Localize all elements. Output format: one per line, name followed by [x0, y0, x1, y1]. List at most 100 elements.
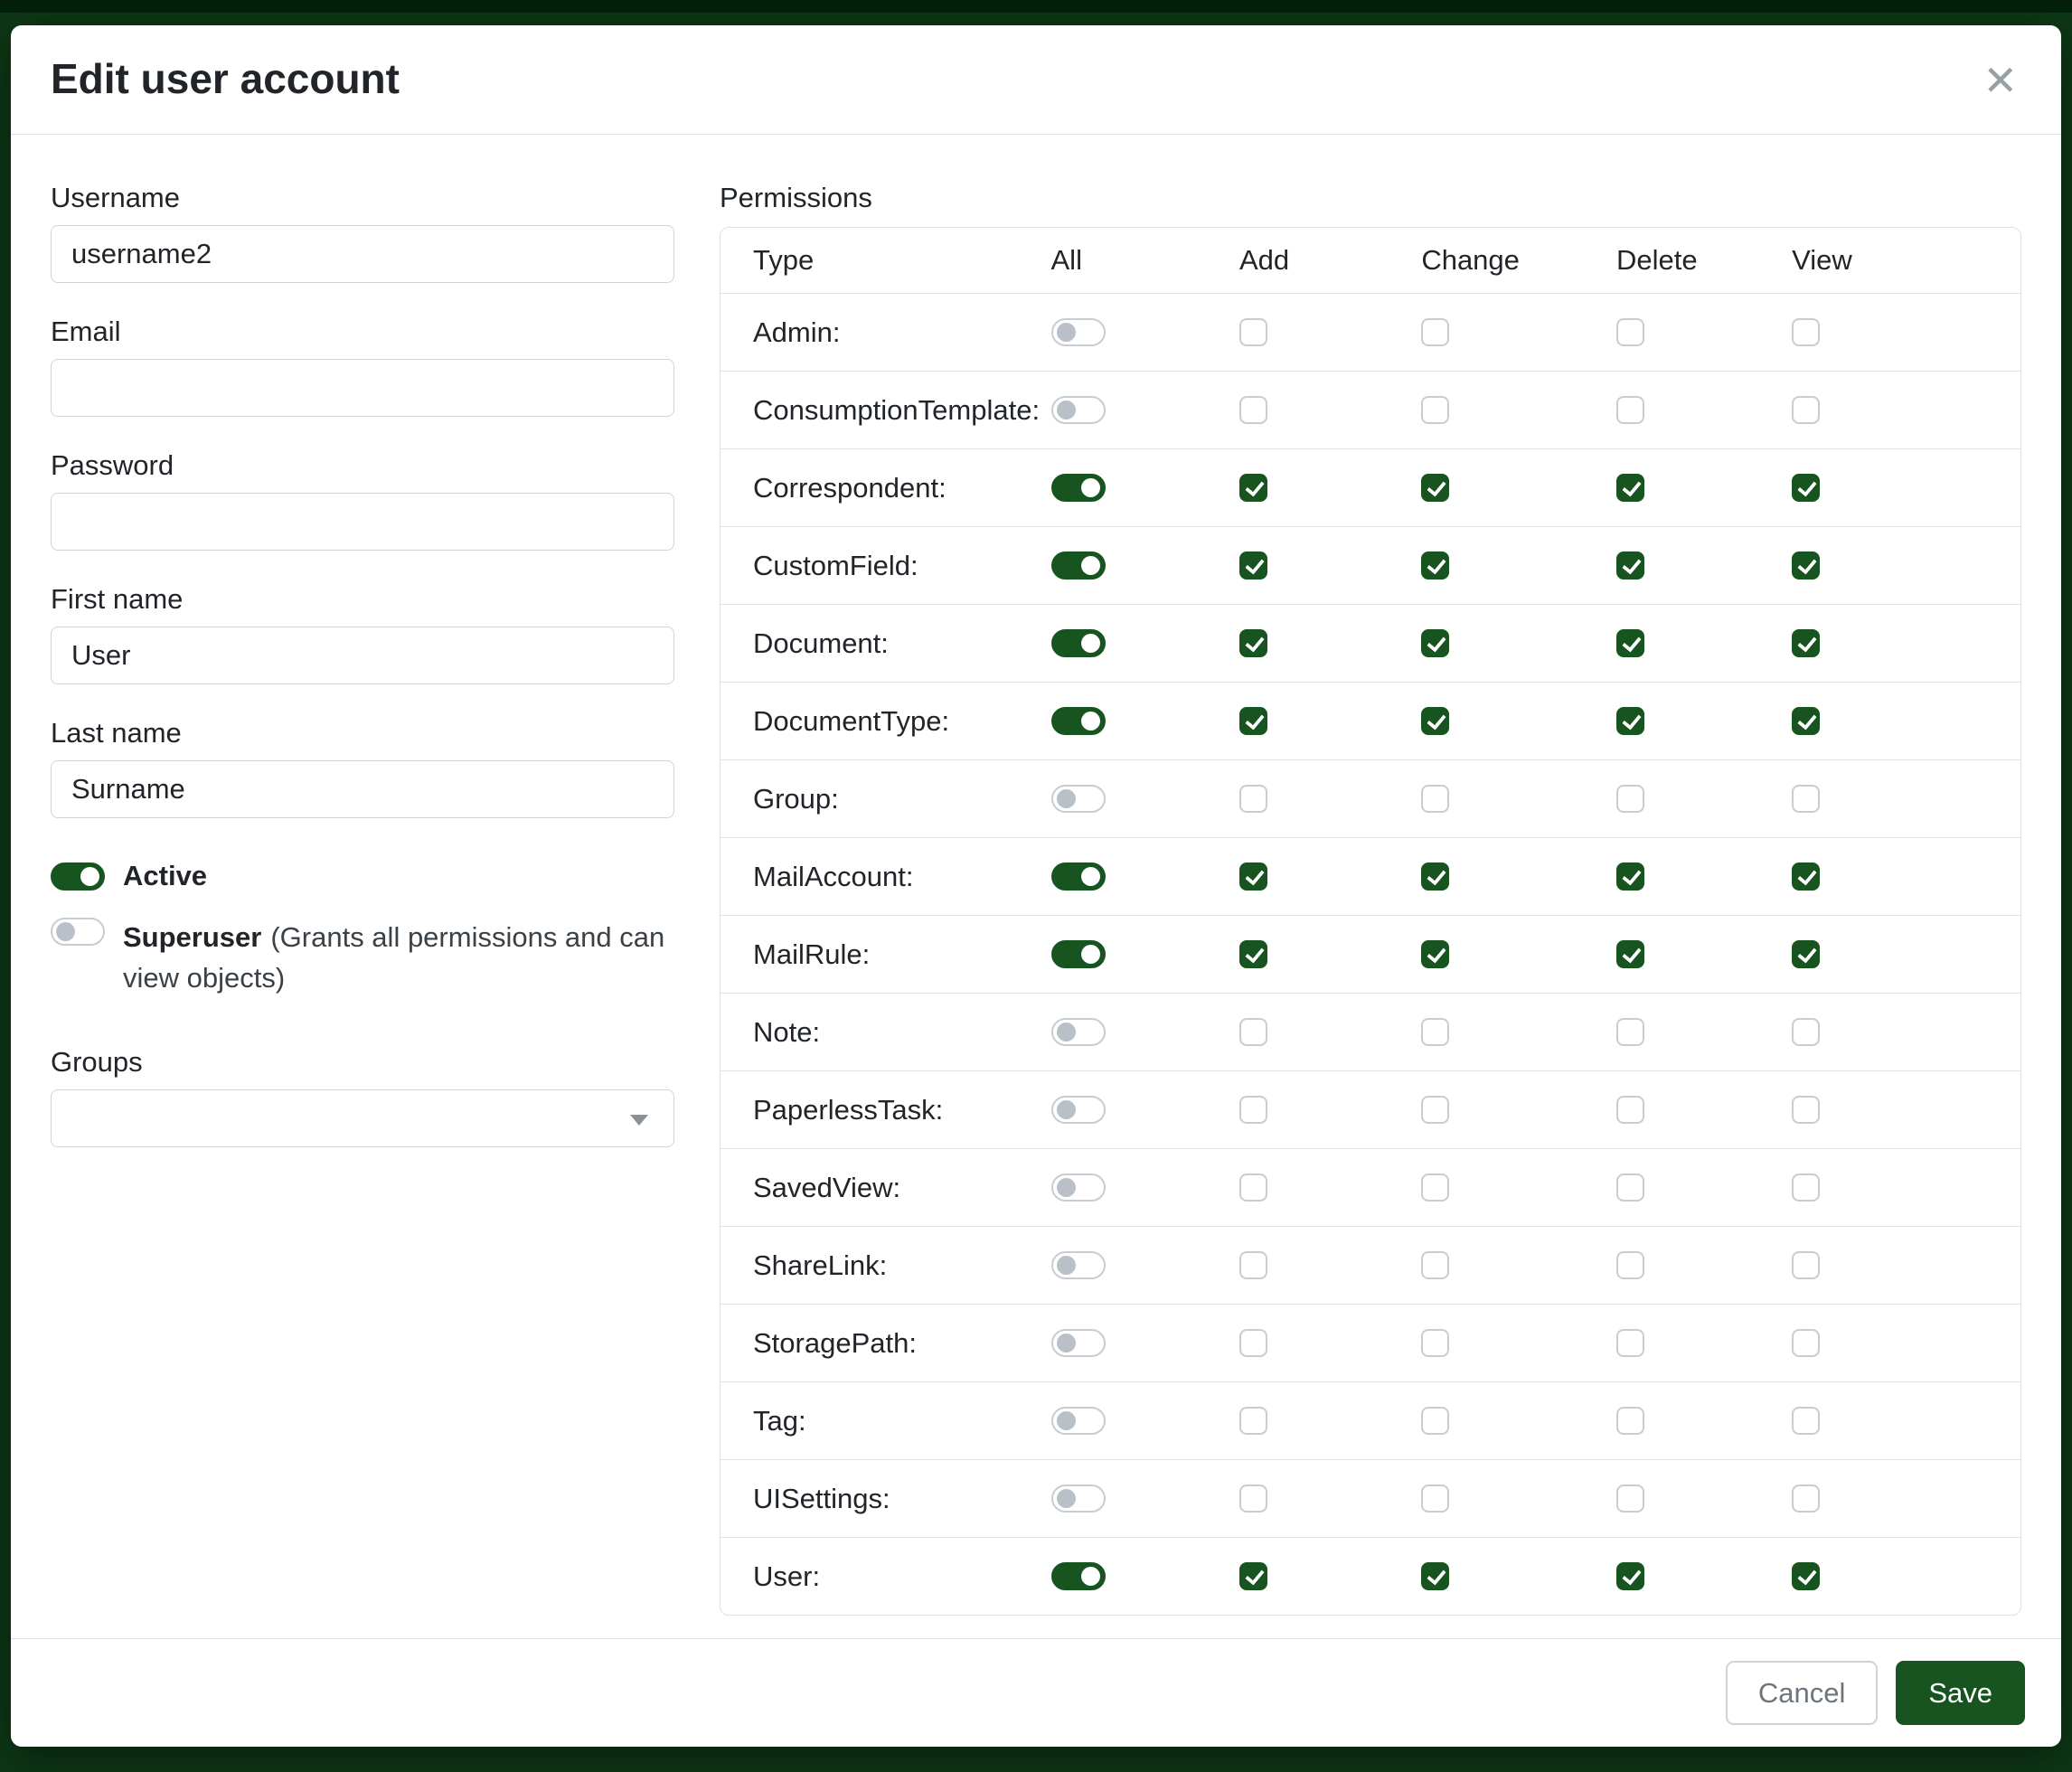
permission-all-toggle[interactable] — [1051, 1407, 1106, 1435]
permission-add-checkbox[interactable] — [1239, 396, 1267, 424]
permission-add-checkbox[interactable] — [1239, 1251, 1267, 1279]
groups-select[interactable] — [51, 1089, 674, 1147]
permission-change-checkbox[interactable] — [1421, 707, 1449, 735]
permission-add-checkbox[interactable] — [1239, 940, 1267, 968]
permission-row: Group: — [720, 759, 2020, 837]
groups-label: Groups — [51, 1046, 674, 1079]
permission-add-checkbox[interactable] — [1239, 1018, 1267, 1046]
permission-change-checkbox[interactable] — [1421, 785, 1449, 813]
permission-delete-checkbox[interactable] — [1616, 551, 1644, 580]
close-icon[interactable]: ✕ — [1979, 54, 2021, 107]
permission-delete-checkbox[interactable] — [1616, 474, 1644, 502]
permission-all-toggle[interactable] — [1051, 1485, 1106, 1513]
permission-delete-checkbox[interactable] — [1616, 1173, 1644, 1202]
permission-add-checkbox[interactable] — [1239, 629, 1267, 657]
permission-view-checkbox[interactable] — [1792, 707, 1820, 735]
save-button[interactable]: Save — [1896, 1661, 2025, 1725]
permission-delete-checkbox[interactable] — [1616, 396, 1644, 424]
permission-view-checkbox[interactable] — [1792, 1562, 1820, 1590]
permission-change-checkbox[interactable] — [1421, 551, 1449, 580]
last-name-input[interactable] — [51, 760, 674, 818]
permission-add-checkbox[interactable] — [1239, 862, 1267, 891]
permission-delete-checkbox[interactable] — [1616, 1485, 1644, 1513]
permission-view-checkbox[interactable] — [1792, 862, 1820, 891]
permission-all-toggle[interactable] — [1051, 862, 1106, 891]
permission-view-checkbox[interactable] — [1792, 1251, 1820, 1279]
permission-all-toggle[interactable] — [1051, 396, 1106, 424]
permission-change-checkbox[interactable] — [1421, 1329, 1449, 1357]
permission-delete-checkbox[interactable] — [1616, 1407, 1644, 1435]
permission-view-checkbox[interactable] — [1792, 1329, 1820, 1357]
permission-change-checkbox[interactable] — [1421, 1407, 1449, 1435]
permission-add-checkbox[interactable] — [1239, 318, 1267, 346]
permission-delete-checkbox[interactable] — [1616, 1329, 1644, 1357]
permission-view-checkbox[interactable] — [1792, 551, 1820, 580]
email-input[interactable] — [51, 359, 674, 417]
permission-delete-checkbox[interactable] — [1616, 1018, 1644, 1046]
permission-view-checkbox[interactable] — [1792, 629, 1820, 657]
username-input[interactable] — [51, 225, 674, 283]
permission-change-checkbox[interactable] — [1421, 629, 1449, 657]
permission-delete-checkbox[interactable] — [1616, 629, 1644, 657]
permission-all-toggle[interactable] — [1051, 1562, 1106, 1590]
permission-all-toggle[interactable] — [1051, 551, 1106, 580]
permission-view-checkbox[interactable] — [1792, 940, 1820, 968]
active-toggle[interactable] — [51, 862, 105, 891]
permission-delete-checkbox[interactable] — [1616, 1562, 1644, 1590]
permission-change-checkbox[interactable] — [1421, 1096, 1449, 1124]
permission-add-checkbox[interactable] — [1239, 1096, 1267, 1124]
permission-all-toggle[interactable] — [1051, 474, 1106, 502]
cancel-button[interactable]: Cancel — [1726, 1661, 1879, 1725]
permission-change-checkbox[interactable] — [1421, 1251, 1449, 1279]
first-name-input[interactable] — [51, 627, 674, 684]
permission-add-checkbox[interactable] — [1239, 1562, 1267, 1590]
permission-change-checkbox[interactable] — [1421, 1173, 1449, 1202]
permission-delete-checkbox[interactable] — [1616, 1251, 1644, 1279]
permission-change-checkbox[interactable] — [1421, 940, 1449, 968]
permission-view-checkbox[interactable] — [1792, 396, 1820, 424]
permission-delete-checkbox[interactable] — [1616, 940, 1644, 968]
permission-all-toggle[interactable] — [1051, 1173, 1106, 1202]
app-background-strip — [0, 0, 2072, 13]
permission-add-checkbox[interactable] — [1239, 1329, 1267, 1357]
permission-view-checkbox[interactable] — [1792, 1173, 1820, 1202]
permission-change-checkbox[interactable] — [1421, 1018, 1449, 1046]
permission-all-toggle[interactable] — [1051, 1018, 1106, 1046]
permission-change-checkbox[interactable] — [1421, 318, 1449, 346]
permission-all-toggle[interactable] — [1051, 940, 1106, 968]
permission-delete-checkbox[interactable] — [1616, 318, 1644, 346]
permission-all-toggle[interactable] — [1051, 1251, 1106, 1279]
permission-view-checkbox[interactable] — [1792, 318, 1820, 346]
permission-all-toggle[interactable] — [1051, 318, 1106, 346]
permission-view-checkbox[interactable] — [1792, 785, 1820, 813]
permission-all-toggle[interactable] — [1051, 1096, 1106, 1124]
permission-delete-checkbox[interactable] — [1616, 862, 1644, 891]
superuser-toggle[interactable] — [51, 918, 105, 946]
permission-add-checkbox[interactable] — [1239, 551, 1267, 580]
permission-change-checkbox[interactable] — [1421, 1485, 1449, 1513]
permission-add-checkbox[interactable] — [1239, 1485, 1267, 1513]
permission-view-checkbox[interactable] — [1792, 1407, 1820, 1435]
permission-add-checkbox[interactable] — [1239, 707, 1267, 735]
permission-change-checkbox[interactable] — [1421, 474, 1449, 502]
permission-delete-checkbox[interactable] — [1616, 785, 1644, 813]
permission-view-checkbox[interactable] — [1792, 1485, 1820, 1513]
permission-change-checkbox[interactable] — [1421, 862, 1449, 891]
email-field: Email — [51, 316, 674, 417]
password-input[interactable] — [51, 493, 674, 551]
permission-delete-checkbox[interactable] — [1616, 1096, 1644, 1124]
permission-all-toggle[interactable] — [1051, 707, 1106, 735]
permission-all-toggle[interactable] — [1051, 785, 1106, 813]
permission-add-checkbox[interactable] — [1239, 1173, 1267, 1202]
permission-delete-checkbox[interactable] — [1616, 707, 1644, 735]
permission-add-checkbox[interactable] — [1239, 1407, 1267, 1435]
permission-add-checkbox[interactable] — [1239, 474, 1267, 502]
permission-all-toggle[interactable] — [1051, 1329, 1106, 1357]
permission-view-checkbox[interactable] — [1792, 1018, 1820, 1046]
permission-view-checkbox[interactable] — [1792, 1096, 1820, 1124]
permission-change-checkbox[interactable] — [1421, 1562, 1449, 1590]
permission-add-checkbox[interactable] — [1239, 785, 1267, 813]
permission-view-checkbox[interactable] — [1792, 474, 1820, 502]
permission-change-checkbox[interactable] — [1421, 396, 1449, 424]
permission-all-toggle[interactable] — [1051, 629, 1106, 657]
